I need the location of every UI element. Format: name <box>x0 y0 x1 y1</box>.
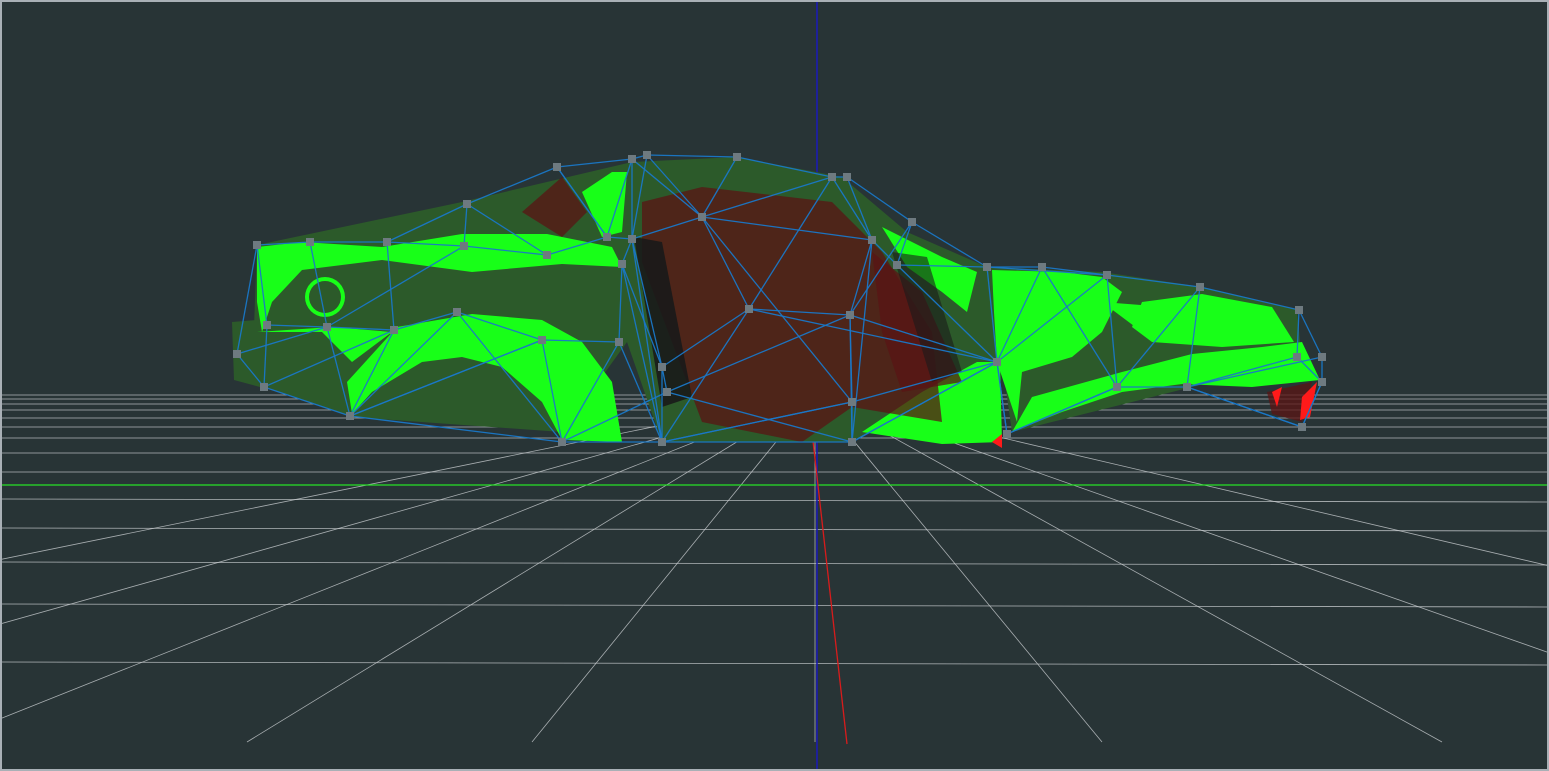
grid-line <box>2 393 816 719</box>
3d-viewport-canvas[interactable] <box>2 2 1547 769</box>
beam-line <box>646 154 738 158</box>
grid-line <box>2 661 1547 666</box>
square-node-icon[interactable] <box>233 350 241 358</box>
square-node-icon[interactable] <box>1103 271 1111 279</box>
square-node-icon[interactable] <box>843 173 851 181</box>
square-node-icon[interactable] <box>1183 383 1191 391</box>
floor-grid <box>2 393 1547 743</box>
square-node-icon[interactable] <box>893 261 901 269</box>
square-node-icon[interactable] <box>628 235 636 243</box>
square-node-icon[interactable] <box>983 263 991 271</box>
grid-line <box>814 393 1547 653</box>
square-node-icon[interactable] <box>993 358 1001 366</box>
grid-line <box>814 393 1103 743</box>
square-node-icon[interactable] <box>658 438 666 446</box>
square-node-icon[interactable] <box>460 242 468 250</box>
square-node-icon[interactable] <box>848 438 856 446</box>
square-node-icon[interactable] <box>846 311 854 319</box>
square-node-icon[interactable] <box>323 323 331 331</box>
grid-line <box>2 498 1547 503</box>
square-node-icon[interactable] <box>1293 353 1301 361</box>
square-node-icon[interactable] <box>383 238 391 246</box>
square-node-icon[interactable] <box>658 363 666 371</box>
square-node-icon[interactable] <box>828 173 836 181</box>
square-node-icon[interactable] <box>745 305 753 313</box>
square-node-icon[interactable] <box>1295 306 1303 314</box>
square-node-icon[interactable] <box>263 321 271 329</box>
square-node-icon[interactable] <box>558 438 566 446</box>
viewport-frame <box>0 0 1549 771</box>
square-node-icon[interactable] <box>260 383 268 391</box>
square-node-icon[interactable] <box>628 155 636 163</box>
square-node-icon[interactable] <box>306 238 314 246</box>
grid-line <box>814 393 1443 743</box>
square-node-icon[interactable] <box>1298 423 1306 431</box>
square-node-icon[interactable] <box>663 388 671 396</box>
grid-line <box>531 393 816 743</box>
square-node-icon[interactable] <box>453 308 461 316</box>
square-node-icon[interactable] <box>1318 378 1326 386</box>
square-node-icon[interactable] <box>543 251 551 259</box>
square-node-icon[interactable] <box>603 233 611 241</box>
square-node-icon[interactable] <box>848 398 856 406</box>
square-node-icon[interactable] <box>733 153 741 161</box>
square-node-icon[interactable] <box>538 336 546 344</box>
square-node-icon[interactable] <box>698 213 706 221</box>
square-node-icon[interactable] <box>463 200 471 208</box>
grid-line <box>246 393 816 743</box>
grid-line <box>2 561 1547 566</box>
square-node-icon[interactable] <box>1113 383 1121 391</box>
square-node-icon[interactable] <box>615 338 623 346</box>
square-node-icon[interactable] <box>643 151 651 159</box>
square-node-icon[interactable] <box>390 326 398 334</box>
square-node-icon[interactable] <box>553 163 561 171</box>
grid-line <box>814 393 1547 566</box>
square-node-icon[interactable] <box>908 218 916 226</box>
square-node-icon[interactable] <box>1318 353 1326 361</box>
grid-line <box>2 527 1547 532</box>
square-node-icon[interactable] <box>618 260 626 268</box>
square-node-icon[interactable] <box>1196 283 1204 291</box>
square-node-icon[interactable] <box>253 241 261 249</box>
square-node-icon[interactable] <box>1038 263 1046 271</box>
grid-line <box>2 603 1547 608</box>
grid-line <box>2 393 816 624</box>
square-node-icon[interactable] <box>346 412 354 420</box>
square-node-icon[interactable] <box>1003 430 1011 438</box>
square-node-icon[interactable] <box>868 236 876 244</box>
grid-line <box>2 393 816 560</box>
fuel-cap-shape <box>309 281 341 313</box>
